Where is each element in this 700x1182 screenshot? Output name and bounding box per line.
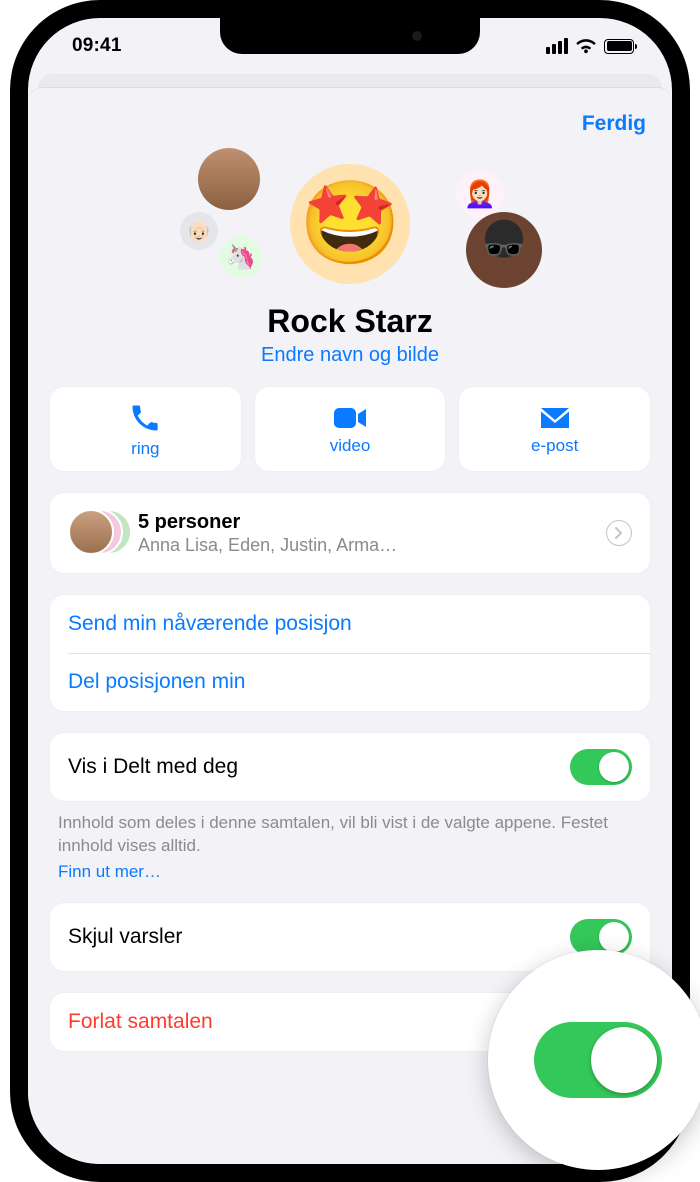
background-card <box>38 74 662 88</box>
battery-icon <box>604 39 634 54</box>
change-name-photo-link[interactable]: Endre navn og bilde <box>28 344 672 367</box>
members-row[interactable]: 5 personer Anna Lisa, Eden, Justin, Arma… <box>50 493 650 573</box>
wifi-icon <box>575 38 597 54</box>
member-avatar-3: 👴🏻 <box>180 212 218 250</box>
group-avatar-cluster[interactable]: 👴🏻 🦄 👩🏻‍🦰 🕶️ 🤩 <box>28 146 672 301</box>
members-count: 5 personer <box>138 511 397 534</box>
video-button[interactable]: video <box>255 387 446 471</box>
members-names: Anna Lisa, Eden, Justin, Arma… <box>138 535 397 556</box>
shared-with-you-section: Vis i Delt med deg <box>50 733 650 801</box>
member-avatar-5: 🕶️ <box>466 212 542 288</box>
mail-icon <box>539 406 571 430</box>
location-section: Send min nåværende posisjon Del posisjon… <box>50 595 650 711</box>
hide-alerts-label: Skjul varsler <box>68 925 182 949</box>
call-label: ring <box>131 439 159 459</box>
shared-with-you-note: Innhold som deles i denne samtalen, vil … <box>28 811 672 889</box>
member-avatar-4: 👩🏻‍🦰 <box>456 170 504 218</box>
mail-label: e-post <box>531 436 578 456</box>
shared-with-you-label: Vis i Delt med deg <box>68 755 238 779</box>
contact-actions: ring video e-post <box>28 387 672 471</box>
members-avatars <box>68 509 128 557</box>
members-section: 5 personer Anna Lisa, Eden, Justin, Arma… <box>50 493 650 573</box>
group-name: Rock Starz <box>28 303 672 340</box>
learn-more-link[interactable]: Finn ut mer… <box>58 860 642 883</box>
shared-with-you-toggle[interactable] <box>570 749 632 785</box>
call-button[interactable]: ring <box>50 387 241 471</box>
video-icon <box>333 406 367 430</box>
share-location-row[interactable]: Del posisjonen min <box>50 653 650 711</box>
magnified-toggle-icon <box>534 1022 662 1098</box>
member-avatar-2: 🦄 <box>220 236 262 278</box>
phone-icon <box>130 403 160 433</box>
chevron-right-icon <box>606 520 632 546</box>
video-label: video <box>330 436 371 456</box>
member-avatar-1 <box>198 148 260 210</box>
notch <box>220 18 480 54</box>
done-button[interactable]: Ferdig <box>582 112 646 136</box>
cellular-signal-icon <box>546 38 568 54</box>
status-time: 09:41 <box>72 35 122 57</box>
mail-button[interactable]: e-post <box>459 387 650 471</box>
status-indicators <box>546 38 634 54</box>
magnified-toggle-callout <box>488 950 700 1170</box>
group-avatar-main: 🤩 <box>290 164 410 284</box>
shared-with-you-row: Vis i Delt med deg <box>50 733 650 801</box>
send-current-location-row[interactable]: Send min nåværende posisjon <box>50 595 650 653</box>
